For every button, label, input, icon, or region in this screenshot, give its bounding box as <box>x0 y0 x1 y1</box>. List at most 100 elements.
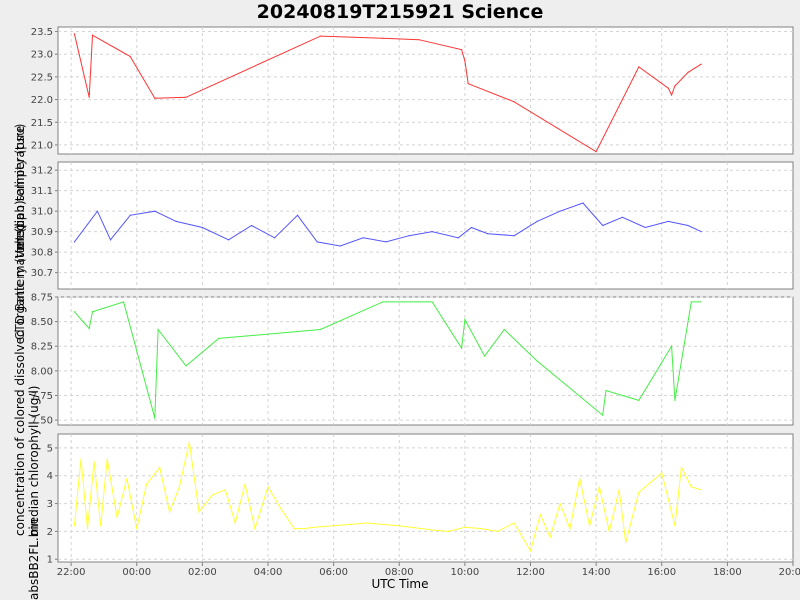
data-point-cdom <box>605 389 607 392</box>
data-point-temperature <box>700 63 702 65</box>
data-point-chlorophyll <box>267 486 269 488</box>
data-point-chlorophyll <box>588 525 591 527</box>
data-point-chlorophyll <box>254 528 256 530</box>
data-point-cdom <box>602 414 604 416</box>
data-point-cdom <box>73 311 76 313</box>
data-point-salinity <box>73 241 76 243</box>
data-point-temperature <box>185 96 187 98</box>
data-point-cdom <box>674 399 676 401</box>
data-point-salinity <box>687 224 689 227</box>
data-point-salinity <box>385 241 387 243</box>
data-point-cdom <box>483 355 486 357</box>
data-point-chlorophyll <box>569 528 571 530</box>
data-point-temperature <box>670 94 673 96</box>
data-point-chlorophyll <box>398 525 400 527</box>
data-point-cdom <box>319 328 322 331</box>
data-point-chlorophyll <box>618 489 620 491</box>
data-point-cdom <box>536 360 538 362</box>
data-point-chlorophyll <box>513 522 515 524</box>
data-point-cdom <box>431 301 433 303</box>
data-point-chlorophyll <box>674 525 676 527</box>
data-point-temperature <box>687 71 689 73</box>
data-point-salinity <box>109 239 112 241</box>
data-point-salinity <box>487 233 489 235</box>
data-point-salinity <box>582 202 584 204</box>
data-point-chlorophyll <box>224 489 226 491</box>
data-point-temperature <box>638 66 640 68</box>
data-point-chlorophyll <box>365 522 368 524</box>
data-point-salinity <box>339 245 341 247</box>
data-point-chlorophyll <box>106 458 108 460</box>
data-point-salinity <box>457 237 459 239</box>
data-point-chlorophyll <box>497 530 499 532</box>
data-point-cdom <box>88 327 90 330</box>
data-point-chlorophyll <box>293 528 295 530</box>
data-point-temperature <box>467 83 469 85</box>
data-point-chlorophyll <box>625 541 627 544</box>
data-point-chlorophyll <box>73 525 76 527</box>
data-point-temperature <box>674 85 676 87</box>
data-point-chlorophyll <box>431 529 433 531</box>
plot-panel-temperature <box>57 26 794 155</box>
data-point-temperature <box>595 151 597 153</box>
y-tick-label-salinity: 31.1 <box>31 186 53 197</box>
plot-panel-chlorophyll <box>57 433 794 563</box>
data-point-temperature <box>91 34 94 36</box>
data-point-chlorophyll <box>598 486 601 488</box>
data-point-salinity <box>96 210 98 212</box>
data-point-cdom <box>638 399 640 401</box>
data-point-temperature <box>418 39 420 41</box>
data-point-temperature <box>667 87 669 89</box>
data-point-temperature <box>513 101 515 103</box>
y-tick-label-cdom: 8.25 <box>31 342 53 353</box>
data-point-temperature <box>464 60 466 62</box>
data-point-chlorophyll <box>638 491 640 494</box>
data-point-salinity <box>250 224 253 227</box>
data-point-cdom <box>218 337 220 339</box>
y-tick-label-salinity: 31.2 <box>31 166 53 177</box>
data-point-chlorophyll <box>80 458 82 460</box>
data-point-chlorophyll <box>86 528 89 530</box>
x-axis-label: UTC Time <box>371 577 429 591</box>
data-point-temperature <box>154 97 156 99</box>
data-point-chlorophyll <box>464 526 466 528</box>
data-point-salinity <box>228 239 230 241</box>
data-point-chlorophyll <box>280 508 282 510</box>
data-point-cdom <box>154 417 156 419</box>
data-point-salinity <box>470 226 473 229</box>
data-point-cdom <box>503 328 505 331</box>
data-point-salinity <box>154 210 156 212</box>
data-point-cdom <box>382 301 384 303</box>
data-point-chlorophyll <box>234 522 236 524</box>
data-point-temperature <box>460 49 463 51</box>
data-point-salinity <box>431 231 433 233</box>
data-point-cdom <box>123 301 125 303</box>
data-point-salinity <box>362 237 364 239</box>
data-point-chlorophyll <box>700 489 702 491</box>
y-tick-label-cdom: 8.50 <box>31 317 53 328</box>
data-point-chlorophyll <box>661 472 663 474</box>
data-point-chlorophyll <box>529 550 532 552</box>
data-point-salinity <box>559 210 561 212</box>
data-point-salinity <box>129 214 131 216</box>
y-label-absbb2fl: absBB2FL.bin <box>27 518 41 600</box>
data-point-chlorophyll <box>198 511 200 513</box>
data-point-cdom <box>91 311 94 313</box>
data-point-cdom <box>464 319 466 321</box>
y-label-cdom: concentration of colored dissolved organ… <box>13 200 27 536</box>
data-point-chlorophyll <box>313 526 315 528</box>
data-point-temperature <box>73 33 76 35</box>
data-point-salinity <box>602 224 604 227</box>
data-point-salinity <box>408 235 410 237</box>
y-tick-label-chlorophyll: 4 <box>47 471 53 482</box>
data-point-chlorophyll <box>100 525 102 527</box>
data-point-chlorophyll <box>126 477 128 480</box>
data-point-chlorophyll <box>93 461 95 463</box>
data-point-chlorophyll <box>559 502 561 505</box>
y-label-chlorophyll: median chlorophyll (ug/l) <box>27 385 41 536</box>
data-point-temperature <box>88 96 90 98</box>
data-point-cdom <box>157 328 159 331</box>
data-point-salinity <box>296 214 299 216</box>
data-point-salinity <box>201 226 203 229</box>
data-point-chlorophyll <box>303 528 305 530</box>
